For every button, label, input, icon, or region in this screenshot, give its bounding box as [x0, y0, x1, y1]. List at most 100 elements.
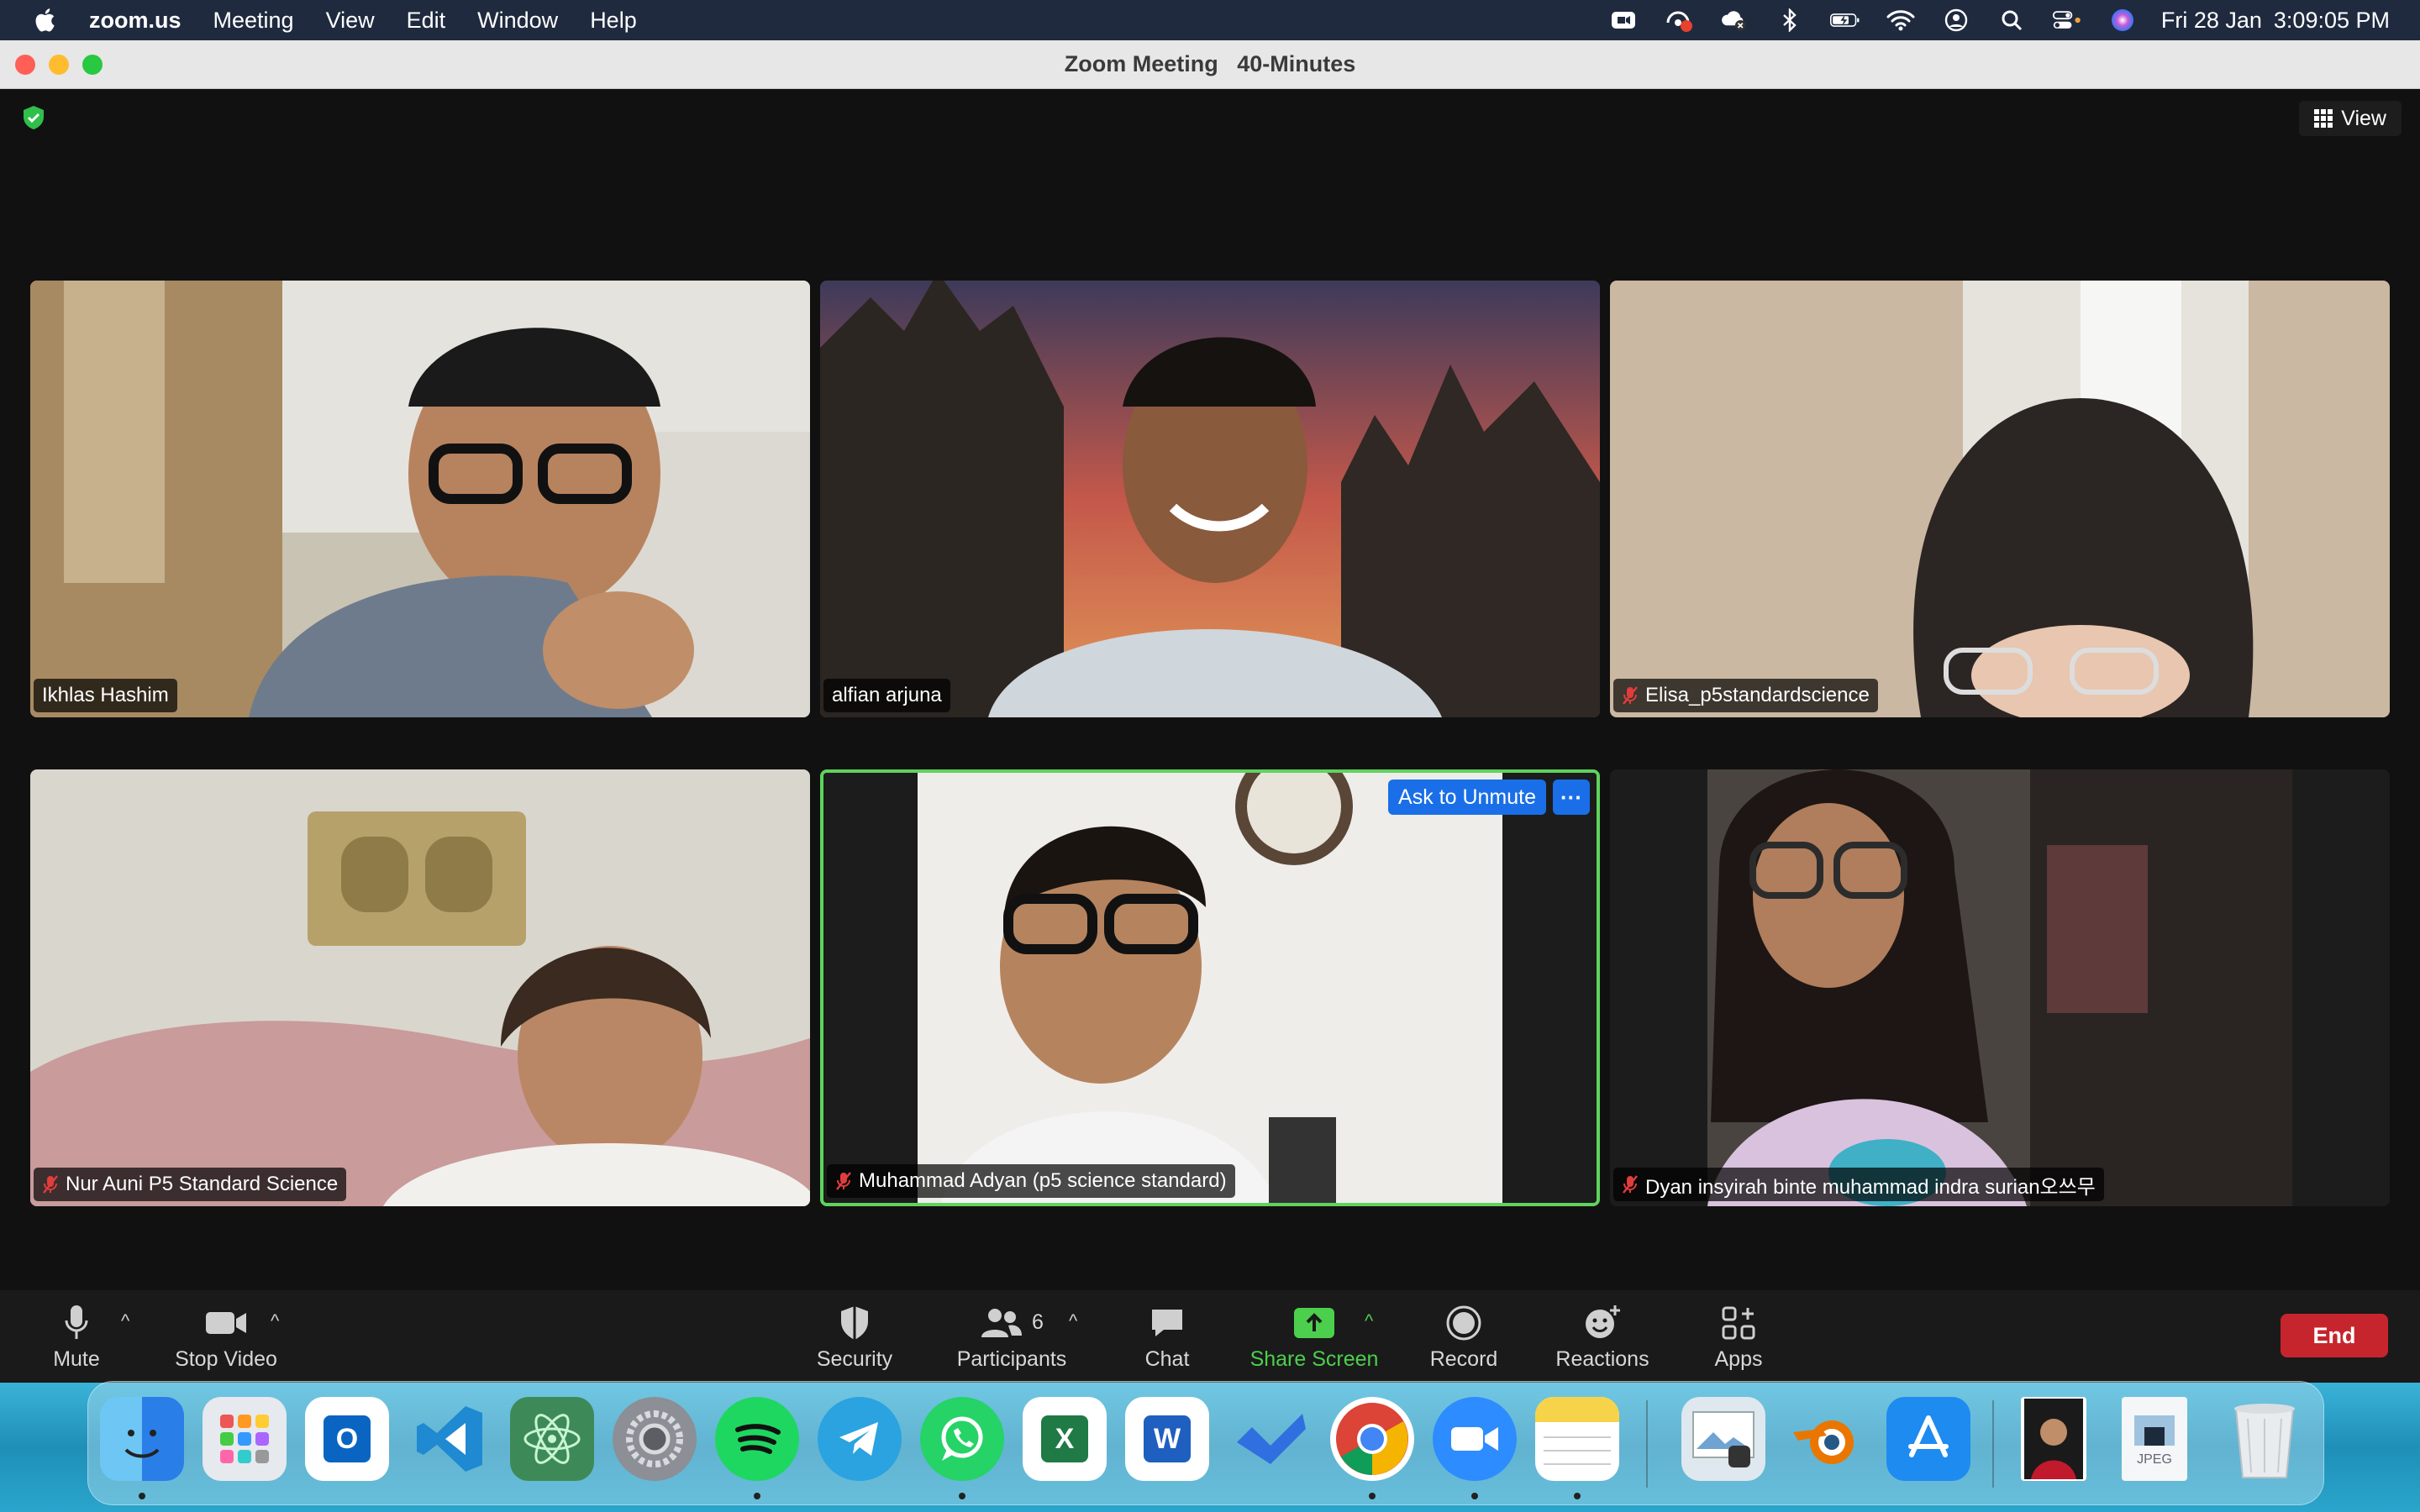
apps-button[interactable]: Apps — [1712, 1290, 1765, 1383]
video-options-caret-icon[interactable]: ^ — [271, 1310, 279, 1332]
user-account-icon[interactable] — [1941, 8, 1971, 33]
preview-icon[interactable] — [1681, 1397, 1765, 1481]
window-title: Zoom Meeting 40-Minutes — [1064, 51, 1356, 76]
participant-name-tag: Ikhlas Hashim — [34, 679, 177, 712]
participant-name-tag: alfian arjuna — [823, 679, 950, 712]
chrome-icon[interactable] — [1330, 1397, 1414, 1481]
muted-microphone-icon — [43, 1175, 58, 1194]
zoom-camera-icon[interactable] — [1608, 8, 1639, 33]
spotlight-search-icon[interactable] — [1996, 8, 2027, 33]
mute-button[interactable]: Mute — [45, 1290, 108, 1383]
todo-icon[interactable] — [1228, 1397, 1312, 1481]
vscode-icon[interactable] — [408, 1397, 492, 1481]
participant-name: Ikhlas Hashim — [42, 684, 169, 706]
outlook-icon[interactable]: O — [305, 1397, 389, 1481]
spotify-icon[interactable] — [715, 1397, 799, 1481]
audio-options-caret-icon[interactable]: ^ — [121, 1310, 129, 1332]
whatsapp-icon[interactable] — [920, 1397, 1004, 1481]
ask-to-unmute-button[interactable]: Ask to Unmute — [1388, 780, 1546, 815]
record-icon — [1446, 1305, 1481, 1340]
active-speaker-tile[interactable]: Ask to Unmute ··· Muhammad Adyan (p5 sci… — [820, 769, 1600, 1206]
launchpad-icon[interactable] — [203, 1397, 287, 1481]
minimize-window-button[interactable] — [49, 55, 69, 75]
telegram-icon[interactable] — [818, 1397, 902, 1481]
cloud-icon[interactable] — [1719, 8, 1749, 33]
encryption-shield-icon[interactable] — [20, 104, 47, 131]
end-meeting-button[interactable]: End — [2281, 1314, 2388, 1357]
zoom-window-button[interactable] — [82, 55, 103, 75]
apps-label: Apps — [1714, 1347, 1763, 1371]
participant-tile[interactable]: Nur Auni P5 Standard Science — [30, 769, 810, 1206]
share-screen-icon — [1294, 1307, 1334, 1338]
blender-icon[interactable] — [1784, 1397, 1868, 1481]
battery-icon[interactable] — [1829, 8, 1860, 33]
participants-options-caret-icon[interactable]: ^ — [1069, 1310, 1077, 1332]
trash-icon[interactable] — [2223, 1397, 2307, 1481]
participants-label: Participants — [956, 1347, 1067, 1371]
participant-name-tag: Dyan insyirah binte muhammad indra suria… — [1613, 1168, 2104, 1201]
menu-help[interactable]: Help — [590, 8, 637, 34]
zoom-icon[interactable] — [1433, 1397, 1517, 1481]
participant-tile[interactable]: alfian arjuna — [820, 281, 1600, 717]
window-controls — [15, 55, 103, 75]
menu-app-name[interactable]: zoom.us — [89, 8, 182, 34]
participant-name: Muhammad Adyan (p5 science standard) — [859, 1169, 1227, 1192]
participants-count: 6 — [1032, 1310, 1044, 1334]
reactions-label: Reactions — [1555, 1347, 1649, 1371]
menubar-clock[interactable]: Fri 28 Jan 3:09:05 PM — [2161, 8, 2390, 34]
window-titlebar[interactable]: Zoom Meeting 40-Minutes — [0, 40, 2420, 89]
menu-view[interactable]: View — [326, 8, 375, 34]
running-indicator — [754, 1493, 760, 1499]
menu-meeting[interactable]: Meeting — [213, 8, 294, 34]
participant-video — [30, 281, 810, 717]
participant-tile[interactable]: Dyan insyirah binte muhammad indra suria… — [1610, 769, 2390, 1206]
participant-tile[interactable]: Ikhlas Hashim — [30, 281, 810, 717]
finder-icon[interactable] — [100, 1397, 184, 1481]
apple-menu-icon[interactable] — [32, 6, 60, 34]
system-preferences-icon[interactable] — [613, 1397, 697, 1481]
participant-video — [823, 773, 1597, 1203]
participant-name-tag: Elisa_p5standardscience — [1613, 679, 1878, 712]
share-screen-label: Share Screen — [1249, 1347, 1379, 1371]
menubar-date: Fri 28 Jan — [2160, 7, 2262, 33]
excel-letter: X — [1041, 1415, 1088, 1462]
running-indicator — [1369, 1493, 1376, 1499]
running-indicator — [139, 1493, 145, 1499]
dock-separator — [1646, 1400, 1648, 1488]
wifi-icon[interactable] — [1886, 8, 1916, 33]
participant-tile[interactable]: Elisa_p5standardscience — [1610, 281, 2390, 717]
chat-button[interactable]: Chat — [1141, 1290, 1193, 1383]
microphone-icon — [65, 1305, 88, 1339]
menu-edit[interactable]: Edit — [407, 8, 446, 34]
participants-button[interactable]: 6 Participants — [951, 1290, 1072, 1383]
jpeg-file-icon[interactable]: JPEG — [2122, 1397, 2187, 1481]
view-layout-button[interactable]: View — [2299, 101, 2402, 136]
record-button[interactable]: Record — [1428, 1290, 1499, 1383]
word-icon[interactable]: W — [1125, 1397, 1209, 1481]
security-button[interactable]: Security — [812, 1290, 897, 1383]
apps-grid-icon — [1722, 1306, 1755, 1339]
macos-dock: O X W JPEG — [87, 1381, 2324, 1505]
more-options-button[interactable]: ··· — [1553, 780, 1590, 815]
participant-name: Nur Auni P5 Standard Science — [66, 1173, 339, 1195]
menubar-time: 3:09:05 PM — [2273, 7, 2390, 33]
app-store-icon[interactable] — [1886, 1397, 1970, 1481]
reactions-button[interactable]: Reactions — [1555, 1290, 1650, 1383]
close-window-button[interactable] — [15, 55, 35, 75]
outlook-letter: O — [324, 1415, 371, 1462]
menu-window[interactable]: Window — [477, 8, 558, 34]
running-indicator — [1471, 1493, 1478, 1499]
siri-icon[interactable] — [2107, 8, 2138, 33]
share-options-caret-icon[interactable]: ^ — [1365, 1310, 1373, 1332]
stop-video-button[interactable]: Stop Video — [173, 1290, 279, 1383]
excel-icon[interactable]: X — [1023, 1397, 1107, 1481]
dock-separator — [1992, 1400, 1994, 1488]
control-center-icon[interactable] — [2052, 8, 2082, 33]
bluetooth-icon[interactable] — [1775, 8, 1805, 33]
screen-share-record-icon[interactable] — [1664, 8, 1694, 33]
participant-video — [820, 281, 1600, 717]
notes-icon[interactable] — [1535, 1397, 1619, 1481]
photo-file-icon[interactable] — [2021, 1397, 2086, 1481]
share-screen-button[interactable]: Share Screen — [1250, 1290, 1378, 1383]
atom-icon[interactable] — [510, 1397, 594, 1481]
